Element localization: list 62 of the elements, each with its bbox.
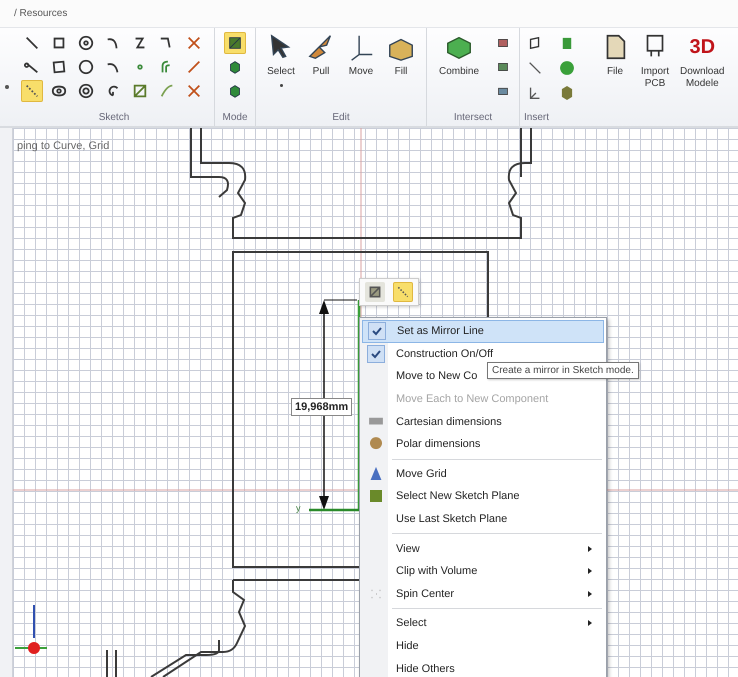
sketch-polygon-icon	[51, 59, 67, 75]
dimension-value[interactable]: 19,968mm	[291, 398, 352, 416]
sketch-mode-icon	[227, 35, 243, 51]
group-label: Intersect	[454, 112, 492, 123]
wall-lines	[106, 649, 117, 677]
mode-button[interactable]	[224, 32, 246, 54]
group-label: Sketch	[98, 112, 130, 123]
submenu-arrow-icon	[588, 620, 592, 626]
sketch-project-icon	[132, 83, 148, 99]
sketch-split-icon	[186, 83, 202, 99]
sketch-ring-icon	[78, 59, 94, 75]
menu-item[interactable]: View	[362, 537, 604, 560]
tooltip: Create a mirror in Sketch mode.	[487, 362, 639, 379]
sketch-construction-icon	[24, 83, 40, 99]
sketch-extend-icon	[186, 59, 202, 75]
sketch-canvas[interactable]	[13, 128, 738, 677]
sketch-bend-icon	[159, 83, 175, 99]
construction-icon	[396, 285, 410, 299]
check-icon	[367, 344, 385, 363]
menu-item[interactable]: Select	[362, 612, 604, 635]
shell-icon	[559, 85, 575, 101]
menu-item[interactable]: Hide Others	[362, 657, 604, 677]
ribbon-button[interactable]: 3D Download Modele	[678, 32, 726, 90]
ribbon-button[interactable]: Import PCB	[638, 32, 672, 90]
group-label: Insert	[524, 112, 550, 123]
group-label: Edit	[332, 112, 350, 123]
ribbon-button[interactable]: Pull	[304, 32, 338, 78]
submenu-arrow-icon	[588, 590, 592, 597]
menu-item[interactable]: Use Last Sketch Plane	[362, 508, 604, 530]
plane-icon	[368, 488, 384, 504]
menu-item[interactable]: Cartesian dimensions	[362, 410, 604, 433]
ribbon-button[interactable]: File	[598, 32, 632, 78]
check-icon	[368, 322, 386, 340]
axis-icon	[527, 60, 543, 76]
solid-mode-icon	[227, 83, 243, 99]
menu-item[interactable]: Set as Mirror Line	[362, 320, 604, 343]
ribbon-button[interactable]: Combine	[432, 32, 486, 78]
status-text: ping to Curve, Grid	[17, 140, 110, 152]
ribbon-button[interactable]: Move	[344, 32, 378, 78]
sketch-circle3-icon	[78, 83, 94, 99]
logo: 3D	[689, 35, 716, 60]
menu-item[interactable]: Select New Sketch Plane	[362, 485, 604, 508]
sketch-trim-icon	[186, 35, 202, 51]
submenu-arrow-icon	[588, 546, 592, 552]
sketch-rect-icon	[51, 35, 67, 51]
ribbon-button[interactable]: Select	[264, 32, 298, 87]
dropdown-dot-icon[interactable]	[5, 85, 9, 89]
group-label: Mode	[222, 112, 248, 123]
menu-item[interactable]: Clip with Volume	[362, 560, 604, 583]
submenu-arrow-icon	[588, 568, 592, 574]
sketch-line-icon	[24, 35, 40, 51]
ribbon-button[interactable]: Fill	[384, 32, 418, 78]
mini-tool-button[interactable]	[365, 282, 385, 302]
breadcrumb: / Resources	[14, 8, 68, 19]
menu-item[interactable]: Polar dimensions	[362, 432, 604, 456]
menu-item[interactable]: Hide	[362, 634, 604, 658]
menu-item[interactable]: Spin Center	[362, 582, 604, 606]
section-mode-icon	[227, 59, 243, 75]
mini-tool-button[interactable]	[393, 282, 413, 302]
axis-triad-drawing	[15, 605, 47, 654]
axis-label: y	[296, 503, 300, 513]
menu-item[interactable]: Move Grid	[362, 462, 604, 486]
